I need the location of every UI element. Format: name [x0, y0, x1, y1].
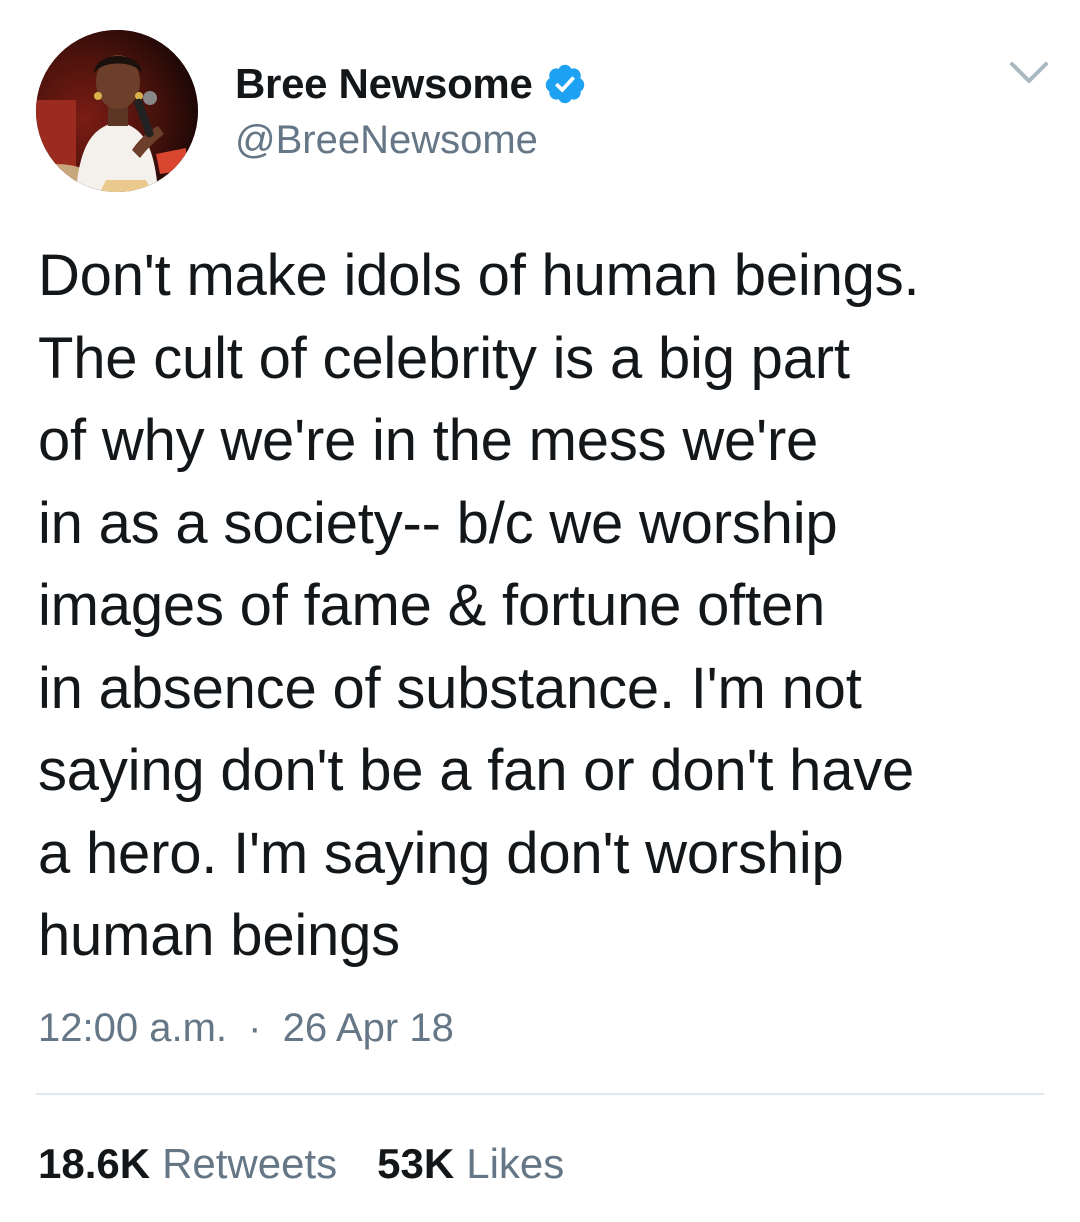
- verified-badge-icon: [543, 62, 587, 106]
- engagement-stats: 18.6K Retweets 53K Likes: [38, 1140, 564, 1188]
- tweet-text-line: saying don't be a fan or don't have: [38, 738, 915, 803]
- avatar[interactable]: [36, 30, 198, 192]
- timestamp-time: 12:00 a.m.: [38, 1006, 228, 1050]
- retweets-count: 18.6K: [38, 1140, 151, 1187]
- likes-count: 53K: [377, 1140, 455, 1187]
- timestamp[interactable]: 12:00 a.m. · 26 Apr 18: [38, 1006, 454, 1051]
- tweet-text-line: in absence of substance. I'm not: [38, 655, 862, 721]
- timestamp-date: 26 Apr 18: [282, 1006, 454, 1050]
- avatar-photo: [36, 30, 198, 192]
- author-row: Bree Newsome: [235, 54, 587, 114]
- display-name[interactable]: Bree Newsome: [235, 60, 533, 108]
- author-handle[interactable]: @BreeNewsome: [235, 118, 538, 163]
- divider: [36, 1093, 1044, 1095]
- tweet-text-line: human beings: [38, 903, 400, 968]
- likes-label: Likes: [466, 1140, 565, 1187]
- timestamp-separator: ·: [248, 1006, 262, 1050]
- tweet-text-line: a hero. I'm saying don't worship: [38, 820, 844, 886]
- likes-stat[interactable]: 53K Likes: [377, 1140, 564, 1188]
- chevron-down-icon[interactable]: [1006, 56, 1052, 90]
- tweet-text-line: in as a society-- b/c we worship: [38, 490, 838, 556]
- tweet-text-line: The cult of celebrity is a big part: [38, 325, 850, 391]
- tweet-text-line: Don't make idols of human beings.: [38, 243, 920, 308]
- tweet-text-line: of why we're in the mess we're: [38, 408, 819, 473]
- tweet-text-line: images of fame & fortune often: [38, 573, 826, 638]
- tweet-text: Don't make idols of human beings. The cu…: [38, 235, 1058, 978]
- retweets-stat[interactable]: 18.6K Retweets: [38, 1140, 337, 1188]
- retweets-label: Retweets: [162, 1140, 338, 1187]
